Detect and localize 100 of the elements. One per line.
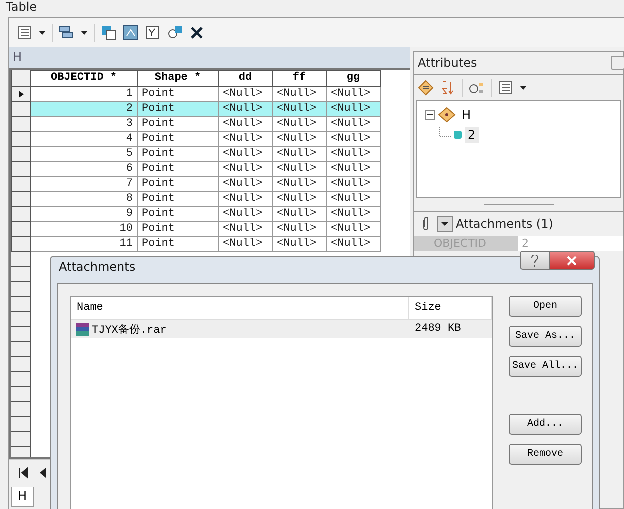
- table-cell: <Null>: [327, 222, 381, 237]
- table-cell: <Null>: [327, 102, 381, 117]
- dialog-button[interactable]: Remove: [509, 444, 582, 465]
- filter-icon[interactable]: [145, 24, 161, 40]
- dialog-button[interactable]: Open: [509, 296, 582, 317]
- table-cell: 10: [31, 222, 138, 237]
- table-cell: <Null>: [219, 192, 273, 207]
- table-cell: <Null>: [273, 132, 327, 147]
- caret-icon[interactable]: [520, 86, 527, 90]
- header-corner[interactable]: [11, 70, 31, 87]
- column-header[interactable]: OBJECTID *: [31, 70, 138, 87]
- row-selector[interactable]: [11, 87, 31, 102]
- current-row-icon: [18, 90, 24, 98]
- file-size: 2489 KB: [414, 323, 462, 335]
- dialog-title: Attachments: [58, 259, 137, 276]
- table-cell: Point: [138, 222, 219, 237]
- sort-icon[interactable]: [440, 80, 456, 96]
- field-value: 2: [518, 236, 623, 251]
- table-cell: <Null>: [219, 207, 273, 222]
- table-cell: <Null>: [327, 207, 381, 222]
- attachment-row[interactable]: TJYX备份.rar 2489 KB: [71, 320, 492, 338]
- row-selector[interactable]: [11, 117, 31, 132]
- row-selector[interactable]: [11, 132, 31, 147]
- table-cell: Point: [138, 192, 219, 207]
- column-header[interactable]: dd: [219, 70, 273, 87]
- panel-title: Attributes: [418, 56, 478, 70]
- caret-icon[interactable]: [39, 30, 46, 34]
- list-by-layer-icon[interactable]: [418, 80, 434, 96]
- window-title: Table: [5, 0, 38, 16]
- table-cell: <Null>: [327, 132, 381, 147]
- table-cell: Point: [138, 207, 219, 222]
- row-selector[interactable]: [11, 177, 31, 192]
- row-selector[interactable]: [11, 102, 31, 117]
- column-header[interactable]: Name: [71, 297, 409, 319]
- stack-icon[interactable]: [59, 24, 75, 40]
- row-selector[interactable]: [11, 237, 31, 252]
- file-name: TJYX备份.rar: [92, 323, 167, 336]
- table-cell: <Null>: [273, 207, 327, 222]
- table-cell: Point: [138, 177, 219, 192]
- table-name: H: [9, 47, 410, 68]
- list-icon[interactable]: [17, 24, 33, 40]
- table-cell: 7: [31, 177, 138, 192]
- table-cell: <Null>: [219, 177, 273, 192]
- table-cell: <Null>: [219, 222, 273, 237]
- table-cell: Point: [138, 87, 219, 102]
- table-cell: <Null>: [273, 177, 327, 192]
- table-cell: <Null>: [327, 237, 381, 252]
- table-cell: <Null>: [327, 177, 381, 192]
- help-button[interactable]: [520, 251, 550, 270]
- table-cell: 9: [31, 207, 138, 222]
- table-cell: <Null>: [273, 222, 327, 237]
- dialog-button[interactable]: Save All...: [509, 356, 582, 377]
- column-header[interactable]: Shape *: [138, 70, 219, 87]
- table-tab[interactable]: H: [11, 487, 34, 507]
- table-cell: <Null>: [327, 192, 381, 207]
- table-cell: <Null>: [273, 192, 327, 207]
- table-cell: 1: [31, 87, 138, 102]
- row-selector[interactable]: [11, 222, 31, 237]
- table-cell: Point: [138, 102, 219, 117]
- table-cell: 6: [31, 162, 138, 177]
- row-selector[interactable]: [11, 147, 31, 162]
- close-icon: [567, 256, 577, 266]
- table-cell: <Null>: [219, 147, 273, 162]
- table-cell: 4: [31, 132, 138, 147]
- delete-icon[interactable]: [189, 24, 205, 40]
- close-button[interactable]: [550, 251, 595, 270]
- attachments-label: Attachments (1): [456, 217, 554, 231]
- column-header[interactable]: Size: [409, 297, 492, 319]
- table-cell: Point: [138, 237, 219, 252]
- table-cell: <Null>: [273, 117, 327, 132]
- table-cell: <Null>: [219, 117, 273, 132]
- row-selector[interactable]: [11, 162, 31, 177]
- tree-item[interactable]: 2: [465, 127, 479, 143]
- column-header[interactable]: gg: [327, 70, 381, 87]
- row-selector[interactable]: [11, 207, 31, 222]
- table-cell: 11: [31, 237, 138, 252]
- table-cell: <Null>: [327, 117, 381, 132]
- table-cell: <Null>: [273, 147, 327, 162]
- table-cell: <Null>: [327, 147, 381, 162]
- archive-icon: [75, 322, 90, 336]
- question-icon: [531, 254, 539, 266]
- table-cell: <Null>: [273, 87, 327, 102]
- row-selector[interactable]: [11, 192, 31, 207]
- dialog-button[interactable]: Save As...: [509, 326, 582, 347]
- caret-icon[interactable]: [81, 30, 88, 34]
- dropdown-icon[interactable]: [437, 216, 453, 232]
- list-icon[interactable]: [498, 80, 514, 96]
- collapse-icon[interactable]: [425, 110, 435, 120]
- table-cell: 5: [31, 147, 138, 162]
- table-cell: 2: [31, 102, 138, 117]
- table-cell: Point: [138, 132, 219, 147]
- record-icon: [454, 131, 462, 139]
- dialog-button[interactable]: Add...: [509, 414, 582, 435]
- first-record-icon[interactable]: [19, 464, 29, 480]
- column-header[interactable]: ff: [273, 70, 327, 87]
- table-cell: <Null>: [273, 237, 327, 252]
- table-cell: <Null>: [327, 162, 381, 177]
- tree-item[interactable]: H: [459, 107, 474, 123]
- table-cell: <Null>: [219, 132, 273, 147]
- table-cell: Point: [138, 147, 219, 162]
